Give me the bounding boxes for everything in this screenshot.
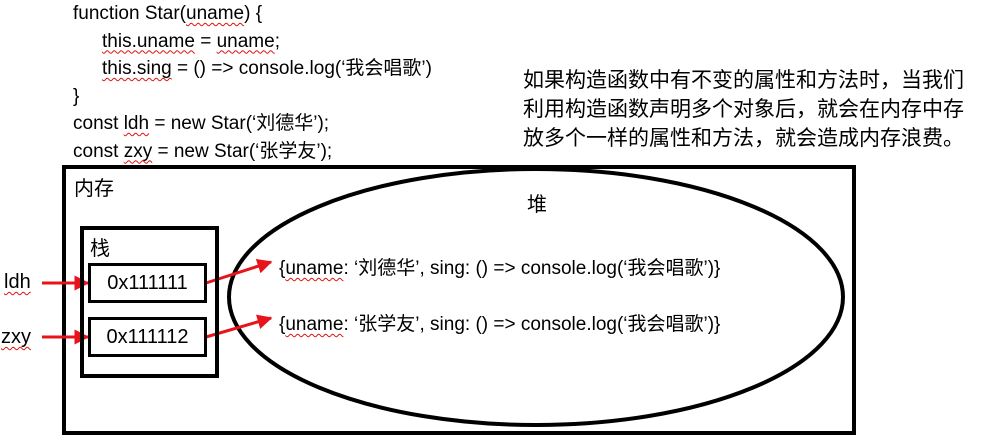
address-ldh: 0x111111 bbox=[88, 263, 207, 303]
address-zxy: 0x111112 bbox=[88, 317, 207, 357]
stack-label: 栈 bbox=[90, 238, 110, 260]
var-label-zxy: zxy bbox=[1, 326, 31, 348]
heap-label: 堆 bbox=[527, 194, 547, 216]
heap-object-ldh: {uname: ‘刘德华’, sing: () => console.log(‘… bbox=[279, 258, 721, 279]
var-label-ldh: ldh bbox=[4, 271, 31, 293]
heap-object-zxy: {uname: ‘张学友’, sing: () => console.log(‘… bbox=[279, 314, 721, 335]
